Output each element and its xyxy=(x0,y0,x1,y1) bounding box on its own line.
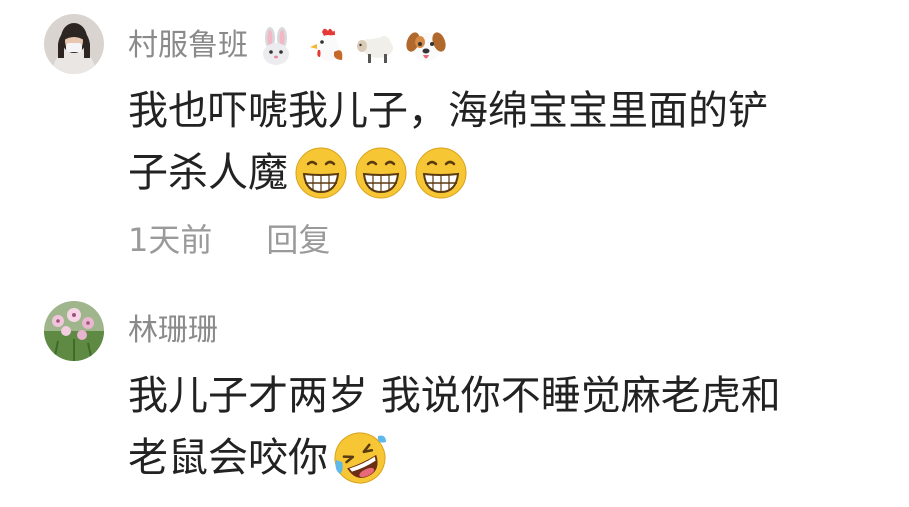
reply-button[interactable]: 回复 xyxy=(266,220,330,260)
rabbit-face-icon xyxy=(254,26,298,66)
avatar[interactable] xyxy=(44,301,104,361)
username-text: 村服鲁班 xyxy=(128,28,248,63)
grinning-face-icon xyxy=(414,146,468,200)
username[interactable]: 林珊珊 xyxy=(128,313,218,349)
rooster-icon xyxy=(304,26,348,66)
comment-text-line: 我也吓唬我儿子，海绵宝宝里面的铲 xyxy=(128,88,768,134)
sheep-icon xyxy=(354,26,398,66)
comment-meta: 1天前 回复 xyxy=(128,220,330,260)
comment-text-line: 老鼠会咬你 xyxy=(128,427,888,489)
comment-text-line: 子杀人魔 xyxy=(128,142,888,204)
comment-text-line: 我儿子才两岁 我说你不睡觉麻老虎和 xyxy=(128,373,781,419)
comment-text-segment: 老鼠会咬你 xyxy=(128,435,328,481)
avatar[interactable] xyxy=(44,14,104,74)
dog-face-icon xyxy=(404,26,448,66)
comment-text-segment: 子杀人魔 xyxy=(128,150,288,196)
rolling-on-floor-laughing-icon xyxy=(332,430,388,486)
comment-timestamp: 1天前 xyxy=(128,221,213,259)
comment-text: 我也吓唬我儿子，海绵宝宝里面的铲 子杀人魔 xyxy=(128,80,888,204)
grinning-face-icon xyxy=(294,146,348,200)
username[interactable]: 村服鲁班 xyxy=(128,26,448,66)
username-text: 林珊珊 xyxy=(128,313,218,348)
comment-text: 我儿子才两岁 我说你不睡觉麻老虎和 老鼠会咬你 xyxy=(128,365,888,489)
grinning-face-icon xyxy=(354,146,408,200)
